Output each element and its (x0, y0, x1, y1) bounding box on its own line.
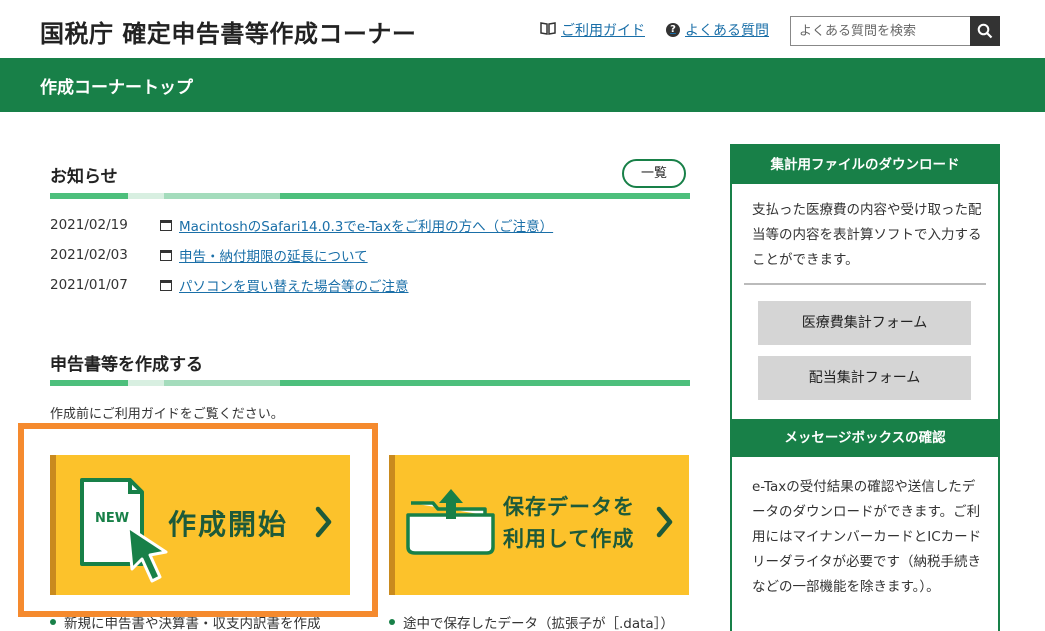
faq-link-label: よくある質問 (685, 23, 769, 39)
guide-link-label: ご利用ガイド (561, 23, 645, 39)
create-divider (50, 380, 690, 386)
news-item[interactable]: 2021/01/07 パソコンを買い替えた場合等のご注意 (50, 275, 690, 295)
guide-note: 作成前にご利用ガイドをご覧ください。 (50, 407, 284, 422)
download-description: 支払った医療費の内容や受け取った配当等の内容を表計算ソフトで入力することができま… (752, 202, 982, 268)
news-link[interactable]: 申告・納付期限の延長について (179, 245, 368, 265)
nav-top-link[interactable]: 作成コーナートップ (40, 73, 193, 98)
message-box-heading[interactable]: メッセージボックスの確認 (732, 419, 998, 457)
folder-upload-icon (406, 489, 495, 555)
start-create-description: 新規に申告書や決算書・収支内訳書を作成 (50, 612, 321, 631)
window-icon (160, 279, 172, 291)
search-input[interactable] (790, 16, 970, 46)
download-heading: 集計用ファイルのダウンロード (732, 146, 998, 184)
guide-link[interactable]: ご利用ガイド (540, 20, 645, 40)
message-box-description: e-Taxの受付結果の確認や送信したデータのダウンロードができます。ご利用にはマ… (752, 479, 982, 595)
medical-form-button[interactable]: 医療費集計フォーム (758, 301, 971, 345)
search-icon (977, 23, 993, 39)
bullet-dot (389, 619, 395, 625)
chevron-right-icon (315, 506, 332, 538)
news-list-button[interactable]: 一覧 (622, 159, 686, 188)
nav-bar: 作成コーナートップ (0, 58, 1045, 112)
window-icon (160, 249, 172, 261)
create-heading: 申告書等を作成する (50, 355, 203, 375)
sidebar-divider (744, 283, 986, 285)
news-date: 2021/01/07 (50, 277, 128, 293)
start-create-button[interactable]: NEW 作成開始 (50, 455, 350, 595)
saved-data-label: 保存データを 利用して作成 (503, 495, 635, 551)
bullet-dot (50, 619, 56, 625)
start-create-label: 作成開始 (168, 508, 289, 541)
faq-search (790, 16, 1000, 46)
news-link[interactable]: パソコンを買い替えた場合等のご注意 (179, 275, 409, 295)
news-date: 2021/02/03 (50, 247, 128, 263)
svg-text:NEW: NEW (95, 511, 129, 526)
sidebar: 集計用ファイルのダウンロード 支払った医療費の内容や受け取った配当等の内容を表計… (730, 144, 1000, 631)
search-button[interactable] (970, 16, 1000, 46)
faq-link[interactable]: ? よくある質問 (666, 20, 769, 40)
news-heading: お知らせ (50, 167, 118, 187)
new-document-cursor-icon: NEW (80, 478, 168, 583)
news-date: 2021/02/19 (50, 217, 128, 233)
question-circle-icon: ? (666, 23, 680, 37)
news-item[interactable]: 2021/02/19 MacintoshのSafari14.0.3でe-Taxを… (50, 215, 690, 235)
saved-data-description: 途中で保存したデータ（拡張子が［.data］） (389, 612, 674, 631)
book-icon (540, 21, 556, 39)
site-title[interactable]: 国税庁 確定申告書等作成コーナー (40, 14, 416, 49)
chevron-right-icon (656, 506, 673, 538)
news-link[interactable]: MacintoshのSafari14.0.3でe-Taxをご利用の方へ（ご注意） (179, 215, 553, 235)
news-item[interactable]: 2021/02/03 申告・納付期限の延長について (50, 245, 690, 265)
window-icon (160, 219, 172, 231)
site-header: 国税庁 確定申告書等作成コーナー ご利用ガイド ? よくある質問 (0, 0, 1045, 58)
news-divider (50, 193, 690, 199)
saved-data-button[interactable]: 保存データを 利用して作成 (389, 455, 689, 595)
dividend-form-button[interactable]: 配当集計フォーム (758, 356, 971, 400)
